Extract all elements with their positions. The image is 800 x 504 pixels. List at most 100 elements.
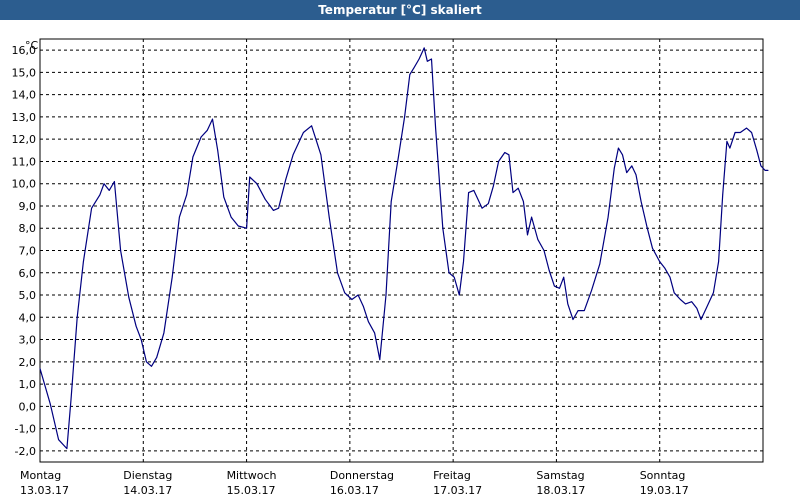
data-point	[256, 183, 258, 185]
data-point	[70, 399, 72, 401]
data-point	[328, 216, 330, 218]
y-tick-label: 13,0	[12, 111, 37, 124]
data-point	[734, 132, 736, 133]
data-point	[487, 203, 489, 205]
data-point	[548, 270, 550, 271]
y-tick-label: 4,0	[19, 311, 37, 324]
data-point	[559, 287, 560, 289]
data-point	[246, 227, 248, 229]
x-tick-day: Sonntag	[640, 469, 686, 482]
data-point	[481, 207, 483, 209]
data-point	[186, 194, 188, 196]
data-point	[362, 305, 364, 307]
data-point	[223, 196, 225, 198]
data-point	[504, 152, 506, 153]
data-point	[673, 292, 675, 294]
data-point	[357, 294, 359, 296]
data-point	[171, 276, 173, 278]
data-point	[398, 156, 399, 158]
data-point	[135, 325, 137, 327]
data-point	[344, 292, 346, 294]
y-tick-label: 8,0	[19, 222, 37, 235]
data-point	[729, 147, 731, 149]
data-point	[217, 149, 219, 151]
x-tick-day: Mittwoch	[227, 469, 277, 482]
data-point	[458, 294, 460, 296]
data-point	[163, 332, 165, 334]
series-line-temperature	[39, 47, 769, 450]
x-tick-day: Donnerstag	[330, 469, 394, 482]
data-point	[713, 292, 714, 294]
y-tick-label: 2,0	[19, 356, 37, 369]
data-point	[273, 210, 274, 211]
y-tick-label: -2,0	[15, 445, 36, 458]
y-tick-label: 3,0	[19, 334, 37, 347]
data-point	[537, 239, 539, 240]
data-point	[146, 361, 147, 363]
data-point	[756, 149, 758, 151]
data-point	[577, 310, 579, 311]
y-tick-label: 10,0	[12, 178, 37, 191]
data-point	[140, 339, 142, 340]
data-point	[567, 303, 569, 305]
data-point	[49, 403, 51, 405]
data-point	[669, 276, 671, 278]
y-tick-label: 5,0	[19, 289, 37, 302]
data-point	[292, 154, 294, 156]
x-tick-day: Samstag	[536, 469, 584, 482]
data-point	[264, 198, 266, 200]
data-point	[285, 178, 287, 180]
data-point	[583, 310, 585, 311]
data-point	[512, 192, 514, 194]
data-point	[696, 308, 698, 309]
data-point	[409, 74, 411, 75]
y-tick-label: -1,0	[15, 423, 36, 436]
chart-title: Temperatur [°C] skaliert	[318, 3, 482, 17]
data-point	[99, 194, 101, 196]
data-point	[631, 165, 633, 167]
data-point	[646, 227, 648, 229]
data-point	[652, 247, 653, 249]
x-tick-date: 17.03.17	[433, 484, 482, 497]
data-point	[374, 332, 375, 334]
data-point	[591, 290, 592, 291]
data-point	[498, 161, 499, 162]
data-point	[91, 207, 92, 209]
data-point	[764, 170, 766, 171]
data-point	[114, 181, 115, 182]
data-point	[554, 285, 555, 287]
temperature-chart: 16,015,014,013,012,011,010,09,08,07,06,0…	[12, 38, 769, 497]
data-point	[508, 154, 510, 156]
data-point	[390, 201, 392, 202]
data-point	[531, 216, 532, 218]
data-point	[249, 176, 251, 178]
data-point	[212, 118, 213, 120]
data-point	[237, 225, 239, 227]
chart-title-bar: Temperatur [°C] skaliert	[0, 0, 800, 20]
y-tick-label: 1,0	[19, 378, 37, 391]
data-point	[320, 154, 322, 156]
x-tick-date: 15.03.17	[227, 484, 276, 497]
data-point	[385, 294, 387, 296]
data-point	[83, 261, 84, 262]
data-point	[685, 303, 686, 305]
data-point	[527, 234, 528, 236]
data-point	[739, 132, 741, 133]
data-point	[473, 190, 475, 191]
data-point	[640, 201, 642, 202]
y-tick-label: 7,0	[19, 245, 37, 258]
y-tick-label: 0,0	[19, 400, 37, 413]
data-point	[179, 216, 180, 218]
data-point	[691, 301, 693, 303]
data-point	[767, 170, 769, 171]
data-point	[418, 58, 420, 60]
data-point	[151, 365, 152, 367]
data-point	[120, 250, 121, 251]
data-point	[760, 165, 762, 167]
x-tick-date: 18.03.17	[536, 484, 585, 497]
data-point	[426, 60, 428, 62]
data-point	[659, 261, 661, 262]
data-point	[523, 201, 524, 202]
x-tick-date: 16.03.17	[330, 484, 379, 497]
y-axis-unit: °C	[25, 39, 39, 52]
